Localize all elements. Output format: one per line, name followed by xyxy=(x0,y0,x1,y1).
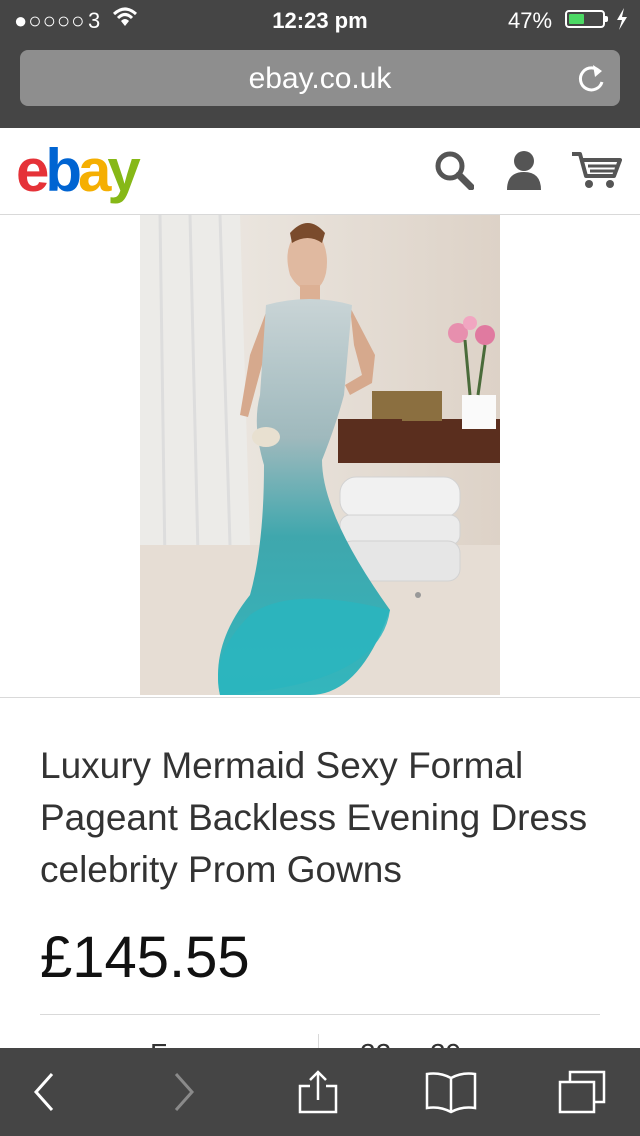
battery-level xyxy=(569,14,585,24)
status-bar: ●○○○○ 3 12:23 pm 47% xyxy=(0,0,640,40)
url-text[interactable]: ebay.co.uk xyxy=(20,62,620,96)
browser-address-area: ebay.co.uk xyxy=(0,40,640,128)
bookmarks-icon[interactable] xyxy=(424,1070,478,1114)
back-icon[interactable] xyxy=(32,1070,56,1114)
user-icon[interactable] xyxy=(504,150,544,190)
product-title: Luxury Mermaid Sexy Formal Pageant Backl… xyxy=(40,745,588,890)
logo-letter-e: e xyxy=(16,137,49,204)
product-image[interactable] xyxy=(140,215,500,695)
address-bar[interactable]: ebay.co.uk xyxy=(20,50,620,106)
site-header: ebay xyxy=(0,128,640,215)
search-icon[interactable] xyxy=(434,150,474,190)
product-price: £145.55 xyxy=(40,925,250,990)
logo-letter-a: a xyxy=(78,137,111,204)
forward-icon[interactable] xyxy=(172,1070,196,1114)
product-image-gallery xyxy=(0,215,640,698)
cart-icon[interactable] xyxy=(570,150,622,190)
share-icon[interactable] xyxy=(296,1070,340,1114)
tabs-icon[interactable] xyxy=(556,1070,608,1114)
logo-letter-y: y xyxy=(107,137,140,204)
battery-icon xyxy=(565,10,608,28)
divider xyxy=(40,1014,600,1015)
product-meta-strip: F 22 ... 29 ... xyxy=(0,1016,640,1050)
ebay-logo[interactable]: ebay xyxy=(16,136,141,205)
charging-icon xyxy=(617,8,627,30)
reload-icon[interactable] xyxy=(576,62,606,94)
logo-letter-b: b xyxy=(45,137,82,204)
battery-nub xyxy=(605,16,608,22)
browser-toolbar xyxy=(0,1048,640,1136)
battery-percent: 47% xyxy=(508,8,553,33)
